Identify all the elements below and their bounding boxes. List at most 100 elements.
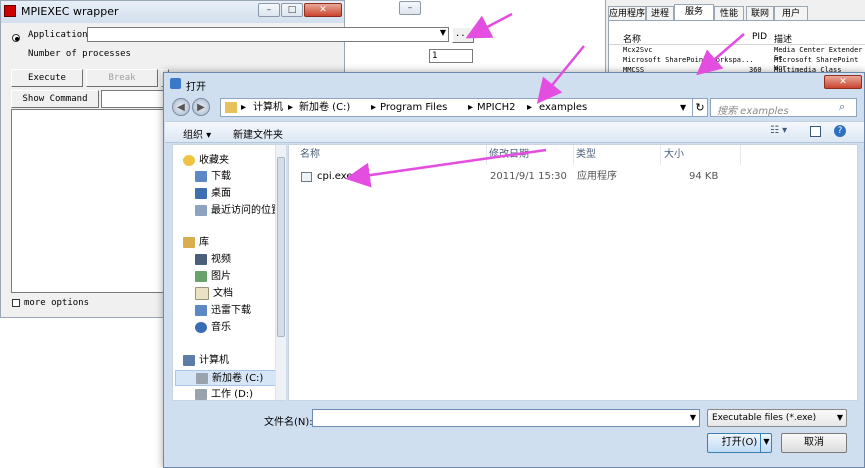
sidebar-item-drive-c[interactable]: 新加卷 (C:) — [175, 370, 281, 386]
radio-dot — [15, 37, 19, 41]
filename-input[interactable]: ▼ — [312, 409, 700, 427]
col-name[interactable]: 名称 — [297, 145, 487, 165]
sidebar-label: 文档 — [213, 288, 233, 299]
sidebar-item-pictures[interactable]: 图片 — [195, 269, 303, 285]
ie-icon — [170, 78, 181, 89]
breadcrumb-sep: ▸ — [527, 102, 533, 113]
sidebar-label: 计算机 — [199, 355, 229, 366]
tab-processes[interactable]: 进程 — [646, 6, 674, 20]
download-folder-icon — [195, 304, 207, 316]
dialog-titlebar[interactable]: 打开 ✕ — [164, 73, 864, 95]
browse-button[interactable]: ... — [452, 27, 474, 43]
table-row[interactable]: Microsoft SharePoint Workspa... Microsof… — [623, 56, 865, 72]
chevron-down-icon[interactable]: ▼ — [440, 28, 446, 37]
show-command-button[interactable]: Show Command — [11, 90, 99, 108]
list-item[interactable]: cpi.exe 2011/9/1 15:30 应用程序 94 KB — [297, 169, 737, 185]
command-field[interactable] — [101, 90, 169, 108]
chevron-down-icon[interactable]: ▼ — [690, 413, 696, 422]
document-icon — [195, 286, 209, 300]
execute-button[interactable]: Execute — [11, 69, 83, 87]
filename-label: 文件名(N): — [264, 417, 313, 428]
processes-stepper[interactable]: 1 — [429, 49, 473, 63]
minimize-button[interactable]: – — [258, 3, 280, 17]
file-date: 2011/9/1 15:30 — [490, 171, 567, 182]
more-options-checkbox[interactable] — [12, 299, 20, 307]
computer-icon — [183, 354, 195, 366]
view-icon[interactable]: ☷ ▾ — [770, 125, 787, 136]
help-icon[interactable]: ? — [834, 125, 846, 137]
cancel-label: 取消 — [804, 437, 824, 448]
breadcrumb-sep: ▸ — [371, 102, 377, 113]
sidebar-label: 库 — [199, 237, 209, 248]
col-pid[interactable]: PID — [752, 32, 767, 42]
sidebar-item-downloads[interactable]: 下载 — [195, 169, 303, 185]
library-icon — [183, 236, 195, 248]
sidebar-label: 下载 — [211, 171, 231, 182]
application-label: Application — [28, 30, 88, 40]
breadcrumb-sep: ▸ — [288, 102, 294, 113]
refresh-button[interactable]: ↻ — [692, 98, 708, 117]
sidebar-item-videos[interactable]: 视频 — [195, 252, 303, 268]
new-folder-button[interactable]: 新建文件夹 — [233, 126, 283, 141]
preview-pane-icon[interactable] — [810, 126, 821, 137]
col-size[interactable]: 大小 — [661, 145, 741, 165]
sidebar-item-desktop[interactable]: 桌面 — [195, 186, 303, 202]
recent-places-icon — [195, 204, 207, 216]
back-button[interactable]: ◀ — [172, 98, 190, 116]
col-name[interactable]: 名称 — [623, 32, 641, 45]
breadcrumb-item-examples[interactable]: examples — [539, 99, 587, 116]
col-type[interactable]: 类型 — [573, 145, 661, 165]
break-button[interactable]: Break — [86, 69, 158, 87]
breadcrumb-item-drive[interactable]: 新加卷 (C:) — [299, 99, 350, 116]
close-button[interactable]: ✕ — [304, 3, 342, 17]
sidebar-label: 迅雷下载 — [211, 305, 251, 316]
picture-icon — [195, 270, 207, 282]
search-box[interactable]: 搜索 examples ⌕ — [710, 98, 857, 117]
table-row[interactable]: Mcx2Svc Media Center Extender Se — [623, 46, 865, 62]
chevron-down-icon[interactable]: ▼ — [680, 99, 686, 116]
tab-performance[interactable]: 性能 — [714, 6, 744, 20]
file-name: cpi.exe — [317, 171, 353, 182]
breadcrumb-item-computer[interactable]: 计算机 — [253, 99, 283, 116]
processes-label: Number of processes — [28, 49, 131, 59]
toolbar: 组织 ▾ 新建文件夹 ☷ ▾ ? — [165, 121, 864, 143]
sidebar-item-thunder-downloads[interactable]: 迅雷下载 — [195, 303, 303, 319]
sidebar-item-music[interactable]: 音乐 — [195, 320, 303, 336]
breadcrumb-item-program-files[interactable]: Program Files — [380, 99, 447, 116]
scroll-thumb[interactable] — [277, 157, 285, 337]
folder-icon — [225, 102, 237, 113]
sidebar-item-drive-d[interactable]: 工作 (D:) — [195, 387, 303, 403]
music-icon — [195, 321, 207, 333]
cancel-button[interactable]: 取消 — [781, 433, 847, 453]
file-type: 应用程序 — [577, 171, 617, 182]
sidebar-item-recent[interactable]: 最近访问的位置 — [195, 203, 303, 219]
tab-applications[interactable]: 应用程序 — [608, 6, 646, 20]
sidebar-item-documents[interactable]: 文档 — [195, 286, 303, 302]
mpiexec-titlebar[interactable]: MPIEXEC wrapper – □ ✕ – — [1, 1, 421, 23]
file-list: 名称 修改日期 类型 大小 cpi.exe 2011/9/1 15:30 应用程… — [288, 144, 858, 401]
tab-networking[interactable]: 联网 — [746, 6, 774, 20]
chevron-down-icon: ▼ — [836, 413, 843, 422]
restore-button[interactable]: □ — [281, 3, 303, 17]
breadcrumb[interactable]: ▸ 计算机 ▸ 新加卷 (C:) ▸ Program Files ▸ MPICH… — [220, 98, 693, 117]
tab-users[interactable]: 用户 — [774, 6, 808, 20]
minimize-button[interactable]: – — [399, 1, 421, 15]
col-modified[interactable]: 修改日期 — [486, 145, 574, 165]
organize-button[interactable]: 组织 ▾ — [183, 126, 211, 141]
navigation-pane: 收藏夹 下载 桌面 最近访问的位置 库 视频 图片 文档 迅雷下载 音乐 计算机 — [172, 144, 286, 401]
sidebar-label: 最近访问的位置 — [211, 205, 281, 216]
open-dropdown-button[interactable]: ▼ — [760, 433, 772, 453]
application-combo[interactable]: ▼ — [87, 27, 449, 42]
close-button[interactable]: ✕ — [824, 75, 862, 89]
breadcrumb-item-mpich2[interactable]: MPICH2 — [477, 99, 515, 116]
services-list: 名称 PID 描述 Mcx2Svc Media Center Extender … — [608, 20, 865, 82]
tab-services[interactable]: 服务 — [674, 4, 714, 20]
file-type-filter[interactable]: Executable files (*.exe) ▼ — [707, 409, 847, 427]
nav-scrollbar[interactable] — [275, 145, 286, 400]
application-radio[interactable] — [12, 34, 20, 42]
output-area[interactable] — [11, 109, 169, 293]
processes-value: 1 — [432, 51, 438, 61]
col-desc[interactable]: 描述 — [774, 32, 792, 45]
forward-button[interactable]: ▶ — [192, 98, 210, 116]
sidebar-label: 视频 — [211, 254, 231, 265]
